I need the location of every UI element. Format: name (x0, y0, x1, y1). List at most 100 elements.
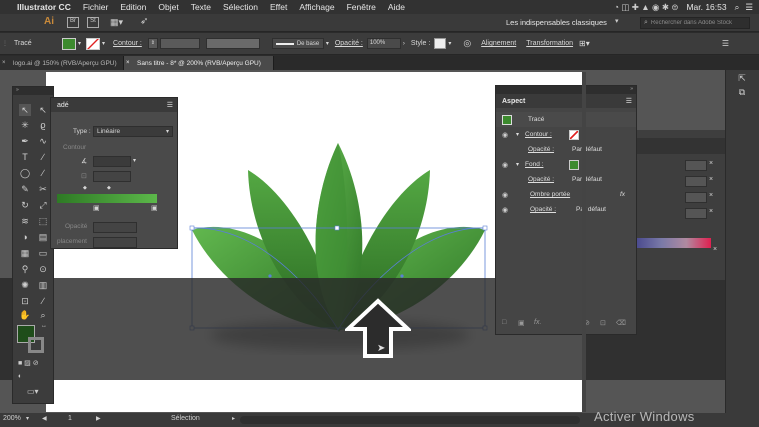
scissors-tool-icon[interactable]: ✂ (37, 183, 49, 195)
close-icon[interactable]: × (709, 208, 713, 215)
appearance-row-fill[interactable]: ◉ ▾ Fond : (496, 157, 636, 172)
visibility-eye-icon[interactable]: ◉ (500, 206, 510, 214)
artboard-number[interactable]: 1 (68, 415, 72, 422)
close-icon[interactable]: × (709, 192, 713, 199)
menu-objet[interactable]: Objet (158, 2, 178, 12)
scale-tool-icon[interactable]: ⤢ (37, 199, 49, 211)
workspace-switcher[interactable]: Les indispensables classiques (506, 18, 607, 27)
shape-builder-icon[interactable]: ◑ (19, 231, 31, 243)
pen-tool-icon[interactable]: ✒ (19, 135, 31, 147)
ellipse-tool-icon[interactable]: ◯ (19, 167, 31, 179)
fill-swatch[interactable] (62, 37, 76, 50)
menu-selection[interactable]: Sélection (223, 2, 258, 12)
panel-menu-icon[interactable]: ☰ (626, 97, 632, 105)
menu-aide[interactable]: Aide (388, 2, 405, 12)
lasso-icon[interactable]: ϱ (37, 119, 49, 131)
color-mode-icons[interactable]: ■ ▨ ⊘ (18, 359, 39, 367)
gradient-panel-header[interactable]: adé ☰ (51, 98, 177, 112)
menu-effet[interactable]: Effet (270, 2, 287, 12)
stroke-swatch[interactable] (569, 129, 580, 140)
chevron-right-icon[interactable]: ▸ (232, 415, 235, 422)
zoom-tool-icon[interactable]: ⌕ (37, 309, 49, 321)
fx-icon[interactable]: fx (620, 191, 625, 198)
tab-logo[interactable]: × logo.ai @ 150% (RVB/Aperçu GPU) (0, 56, 124, 70)
gradient-slider-top-stop[interactable]: ◆ (83, 185, 87, 191)
gradient-opacity-field[interactable] (93, 222, 137, 233)
brush-tool-icon[interactable]: ∕ (37, 167, 49, 179)
gradient-slider-mid-stop[interactable]: ◆ (107, 185, 111, 191)
opacity-dropdown-icon[interactable]: › (403, 41, 405, 47)
blend-tool-icon[interactable]: ⊙ (37, 263, 49, 275)
panel-menu-icon[interactable]: ☰ (167, 101, 173, 109)
duplicate-item-icon[interactable]: ⊡ (600, 319, 606, 327)
disclosure-chevron-icon[interactable]: ▾ (516, 131, 519, 138)
gradient-color-stop[interactable]: ▣ (93, 204, 100, 212)
menu-list-icon[interactable]: ☰ (745, 2, 753, 13)
anchor-point[interactable] (189, 225, 195, 231)
style-dropdown-icon[interactable]: ▾ (448, 40, 451, 47)
aspect-ratio-field[interactable] (93, 171, 131, 182)
rotate-tool-icon[interactable]: ↻ (19, 199, 31, 211)
prev-artboard-icon[interactable]: ◀ (42, 415, 47, 422)
appearance-title[interactable]: Aspect (502, 98, 525, 105)
chevron-down-icon[interactable]: ▾ (26, 415, 29, 422)
next-artboard-icon[interactable]: ▶ (96, 415, 101, 422)
magic-wand-icon[interactable]: ✳ (19, 119, 31, 131)
variable-width-field[interactable] (205, 38, 260, 49)
eyedropper-icon[interactable]: ⚲ (19, 263, 31, 275)
gradient-angle-field[interactable] (93, 156, 131, 167)
zoom-level[interactable]: 200% (3, 415, 21, 422)
graph-tool-icon[interactable]: ▥ (37, 279, 49, 291)
gradient-type-select[interactable]: Linéaire ▾ (93, 126, 173, 137)
stock-search-input[interactable]: ⌕ Rechercher dans Adobe Stock (640, 17, 750, 29)
selection-tool-icon[interactable]: ↖ (19, 104, 31, 116)
tab-sans-titre[interactable]: × Sans titre - 8* @ 200% (RVB/Aperçu GPU… (124, 56, 274, 70)
add-stroke-icon[interactable]: □ (502, 319, 506, 326)
visibility-eye-icon[interactable]: ◉ (500, 131, 510, 139)
layers-icon[interactable]: ⧉ (736, 86, 748, 98)
arrange-documents-icon[interactable]: ▦▾ (110, 17, 123, 28)
add-effect-icon[interactable]: fx. (534, 319, 541, 326)
swap-colors-icon[interactable]: ↔ (41, 323, 47, 329)
appearance-row-drop-shadow[interactable]: ◉ Ombre portée fx (496, 187, 636, 202)
menu-edition[interactable]: Edition (120, 2, 146, 12)
vertical-scrollbar[interactable] (582, 72, 586, 412)
close-icon[interactable]: × (713, 246, 717, 253)
export-icon[interactable]: ⇱ (736, 72, 748, 84)
menu-affichage[interactable]: Affichage (299, 2, 334, 12)
stroke-swatch[interactable] (86, 37, 101, 50)
appearance-header[interactable]: » (496, 86, 636, 94)
direct-selection-tool-icon[interactable]: ↖ (37, 104, 49, 116)
appearance-row-fill-opacity[interactable]: Opacité : Par défaut (496, 172, 636, 187)
current-tool[interactable]: Sélection (171, 415, 200, 422)
recolor-icon[interactable]: ◎ (463, 38, 471, 49)
close-icon[interactable]: × (126, 60, 130, 66)
stroke-color-box[interactable] (28, 337, 44, 353)
transform-link[interactable]: Transformation (526, 40, 573, 47)
color-spectrum-bar[interactable] (637, 238, 711, 248)
delete-item-icon[interactable]: ⌫ (616, 319, 626, 327)
line-tool-icon[interactable]: ∕ (37, 151, 49, 163)
bridge-icon[interactable]: Br (67, 17, 79, 28)
chevron-down-icon[interactable]: ▾ (133, 157, 136, 164)
swatch-field[interactable] (685, 192, 707, 203)
fill-dropdown-icon[interactable]: ▾ (78, 40, 81, 47)
menu-fenetre[interactable]: Fenêtre (347, 2, 376, 12)
swatch-field[interactable] (685, 176, 707, 187)
stroke-style-dropdown-icon[interactable]: ▾ (326, 40, 329, 47)
type-tool-icon[interactable]: T (19, 151, 31, 163)
horizontal-scrollbar[interactable] (240, 416, 580, 424)
isolate-icon[interactable]: ⊞▾ (579, 39, 590, 48)
slice-tool-icon[interactable]: ∕ (37, 295, 49, 307)
appearance-row-stroke[interactable]: ◉ ▾ Contour : (496, 127, 636, 142)
add-fill-icon[interactable]: ▣ (518, 319, 525, 327)
panel-menu-icon[interactable]: ☰ (722, 39, 729, 48)
gradient-color-stop[interactable]: ▣ (151, 204, 158, 212)
spotlight-icon[interactable]: ⌕ (735, 2, 740, 13)
gradient-slider-bar[interactable] (57, 194, 157, 203)
menu-texte[interactable]: Texte (191, 2, 211, 12)
screen-mode-icon[interactable]: ▭▾ (27, 387, 39, 396)
visibility-eye-icon[interactable]: ◉ (500, 161, 510, 169)
anchor-point[interactable] (482, 225, 488, 231)
gradient-location-field[interactable] (93, 237, 137, 248)
